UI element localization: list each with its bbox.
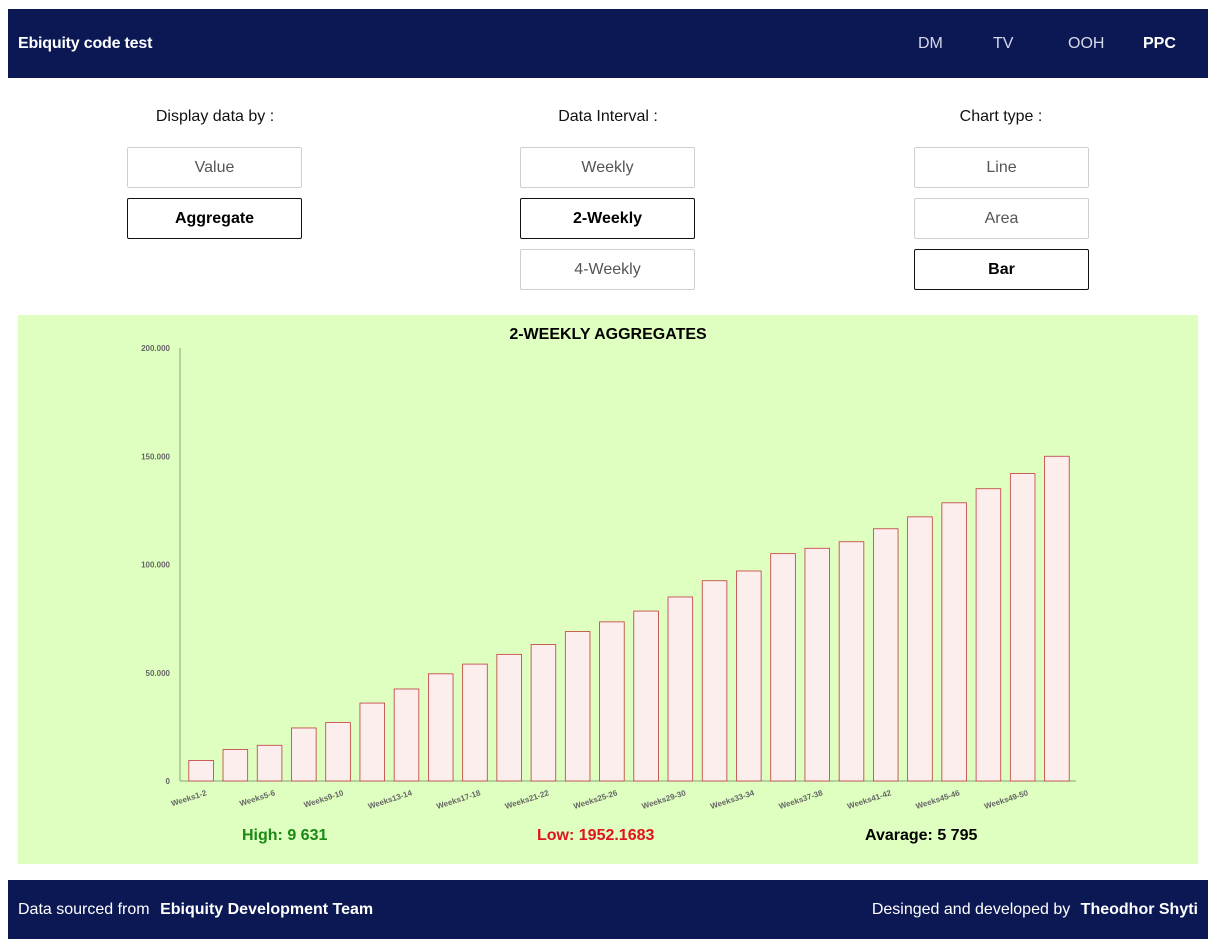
bar bbox=[325, 722, 351, 782]
bar bbox=[736, 570, 762, 782]
footer-source-name[interactable]: Ebiquity Development Team bbox=[160, 901, 373, 918]
bar bbox=[530, 644, 557, 782]
option-value-button[interactable]: Value bbox=[127, 147, 302, 188]
option-area-button[interactable]: Area bbox=[914, 198, 1089, 239]
bar bbox=[462, 663, 488, 782]
bar-chart: 0 50.000 100.000 150.000 200.000 Weeks1-2 Week… bbox=[141, 344, 1076, 811]
stat-average: Avarage: 5 795 bbox=[865, 827, 978, 844]
x-tick-label: Weeks29-30 bbox=[641, 788, 688, 811]
bar bbox=[633, 610, 659, 782]
bar bbox=[359, 702, 385, 782]
footer-source: Data sourced from Ebiquity Development T… bbox=[18, 901, 373, 919]
option-line-button[interactable]: Line bbox=[914, 147, 1089, 188]
x-tick-label: Weeks17-18 bbox=[435, 788, 482, 811]
bar bbox=[770, 553, 796, 782]
y-tick-label: 0 bbox=[166, 777, 171, 786]
bar bbox=[222, 749, 249, 782]
x-tick-label: Weeks45-46 bbox=[915, 788, 962, 811]
bar bbox=[564, 631, 591, 782]
option-4-weekly-button[interactable]: 4-Weekly bbox=[520, 249, 695, 290]
bar bbox=[838, 541, 865, 782]
footer-source-label: Data sourced from bbox=[18, 901, 150, 918]
stat-high: High: 9 631 bbox=[242, 827, 328, 844]
y-tick-label: 150.000 bbox=[141, 452, 170, 461]
chart-title: 2-WEEKLY AGGREGATES bbox=[509, 326, 707, 343]
bar bbox=[1044, 455, 1070, 782]
footer-credit-label: Desinged and developed by bbox=[871, 901, 1071, 918]
footer: Data sourced from Ebiquity Development T… bbox=[8, 880, 1208, 939]
bar bbox=[291, 727, 317, 782]
x-tick-label: Weeks49-50 bbox=[983, 788, 1030, 811]
x-tick-label: Weeks9-10 bbox=[303, 788, 346, 809]
bar bbox=[667, 596, 694, 782]
display-by-label: Display data by : bbox=[155, 108, 275, 125]
bar bbox=[256, 744, 283, 782]
nav-item-tv[interactable]: TV bbox=[993, 35, 1013, 53]
option-aggregate-button[interactable]: Aggregate bbox=[127, 198, 302, 239]
x-tick-label: Weeks37-38 bbox=[778, 788, 825, 811]
bar bbox=[941, 502, 967, 782]
x-tick-label: Weeks13-14 bbox=[367, 788, 414, 811]
bar bbox=[496, 653, 522, 782]
option-weekly-button[interactable]: Weekly bbox=[520, 147, 695, 188]
top-navbar: Ebiquity code test DM TV OOH PPC bbox=[8, 9, 1208, 78]
bar bbox=[975, 488, 1002, 782]
bar bbox=[599, 621, 625, 782]
bar bbox=[188, 760, 214, 782]
footer-credit-name[interactable]: Theodhor Shyti bbox=[1081, 901, 1198, 918]
option-2-weekly-button[interactable]: 2-Weekly bbox=[520, 198, 695, 239]
x-tick-label: Weeks1-2 bbox=[170, 788, 208, 808]
x-tick-label: Weeks33-34 bbox=[709, 788, 756, 811]
chart-type-label: Chart type : bbox=[959, 108, 1043, 125]
chart-panel: 0 50.000 100.000 150.000 200.000 Weeks1-2 Week… bbox=[18, 315, 1198, 864]
nav-item-ooh[interactable]: OOH bbox=[1068, 35, 1104, 53]
x-tick-label: Weeks5-6 bbox=[238, 788, 276, 808]
bar bbox=[393, 688, 420, 782]
bar bbox=[428, 673, 454, 782]
bar bbox=[1009, 473, 1036, 782]
bar bbox=[701, 580, 728, 782]
x-tick-label: Weeks21-22 bbox=[504, 788, 551, 811]
nav-item-ppc[interactable]: PPC bbox=[1143, 35, 1176, 53]
interval-label: Data Interval : bbox=[558, 108, 658, 125]
y-tick-label: 50.000 bbox=[146, 669, 171, 678]
nav-item-dm[interactable]: DM bbox=[918, 35, 943, 53]
y-tick-label: 200.000 bbox=[141, 344, 170, 353]
y-tick-label: 100.000 bbox=[141, 561, 170, 570]
bar bbox=[873, 528, 899, 782]
bar bbox=[907, 516, 933, 782]
bar bbox=[804, 547, 830, 782]
x-tick-label: Weeks25-26 bbox=[572, 788, 619, 811]
x-tick-label: Weeks41-42 bbox=[846, 788, 893, 811]
stat-low: Low: 1952.1683 bbox=[537, 827, 655, 844]
footer-credit: Desinged and developed by Theodhor Shyti bbox=[872, 901, 1198, 919]
option-bar-button[interactable]: Bar bbox=[914, 249, 1089, 290]
brand-title[interactable]: Ebiquity code test bbox=[18, 35, 152, 53]
